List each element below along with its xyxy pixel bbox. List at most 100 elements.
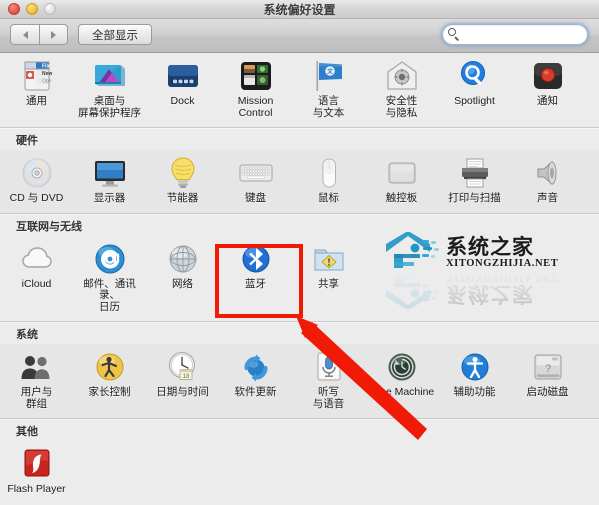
section-body: iCloud 邮件、通讯录、 日历 网络 蓝牙 共享 bbox=[0, 235, 599, 322]
print-scan-icon bbox=[457, 155, 493, 191]
general-icon: File New Ope bbox=[19, 58, 55, 94]
pref-pane-spotlight[interactable]: Spotlight bbox=[438, 55, 511, 121]
pref-pane-cd-dvd[interactable]: CD 与 DVD bbox=[0, 152, 73, 207]
section-header-other: 其他 bbox=[16, 426, 38, 438]
pref-pane-network[interactable]: 网络 bbox=[146, 238, 219, 316]
svg-text:文: 文 bbox=[325, 67, 333, 75]
notifications-icon bbox=[530, 58, 566, 94]
section-header-system: 系统 bbox=[16, 329, 38, 341]
pref-pane-label: 网络 bbox=[172, 277, 193, 290]
pref-pane-label: Dock bbox=[170, 95, 195, 107]
chevron-left-icon bbox=[22, 30, 28, 39]
section-header-internet: 互联网与无线 bbox=[16, 220, 82, 233]
search-icon bbox=[448, 28, 461, 41]
keyboard-icon bbox=[238, 155, 274, 191]
section-body: File New Ope 通用 桌面与 屏幕保护程序 Dock Mission Control 文… bbox=[0, 53, 599, 127]
system-preferences-window: 系统偏好设置 全部显示 File New Ope 通用 桌面与 屏幕保护程序 Dock Mis… bbox=[0, 0, 599, 505]
section-system: 系统用户与 群组 家长控制 18 日期与时间 软件更新 听写 与语音 Time Machine 辅… bbox=[0, 321, 599, 418]
pref-pane-label: 听写 与语音 bbox=[312, 386, 345, 410]
icloud-icon bbox=[19, 241, 55, 277]
pref-pane-flash-player[interactable]: Flash Player bbox=[0, 443, 73, 498]
pref-pane-sharing[interactable]: 共享 bbox=[292, 238, 365, 316]
flash-player-icon bbox=[19, 446, 55, 482]
pref-pane-icloud[interactable]: iCloud bbox=[0, 238, 73, 316]
pref-pane-dictation-speech[interactable]: 听写 与语音 bbox=[292, 346, 365, 412]
pref-pane-label: 日期与时间 bbox=[156, 386, 209, 398]
pref-pane-language-text[interactable]: 文语言 与文本 bbox=[292, 55, 365, 121]
pref-pane-label: 节能器 bbox=[166, 192, 199, 204]
pref-pane-label: 邮件、通讯录、 日历 bbox=[83, 277, 136, 313]
pref-pane-general[interactable]: File New Ope 通用 bbox=[0, 55, 73, 121]
pref-pane-mail-contacts-calendars[interactable]: 邮件、通讯录、 日历 bbox=[73, 238, 146, 316]
back-button[interactable] bbox=[10, 24, 39, 45]
section-body: Flash Player bbox=[0, 441, 599, 504]
pref-pane-label: Mission Control bbox=[237, 95, 274, 119]
pref-pane-label: iCloud bbox=[21, 277, 52, 290]
pref-pane-mouse[interactable]: 鼠标 bbox=[292, 152, 365, 207]
show-all-button[interactable]: 全部显示 bbox=[78, 24, 152, 45]
pref-pane-time-machine[interactable]: Time Machine bbox=[365, 346, 438, 412]
pref-pane-label: 打印与扫描 bbox=[448, 192, 501, 204]
pref-pane-date-time[interactable]: 18 日期与时间 bbox=[146, 346, 219, 412]
mail-contacts-calendars-icon bbox=[92, 241, 128, 277]
pref-pane-startup-disk[interactable]: ? 启动磁盘 bbox=[511, 346, 584, 412]
show-all-label: 全部显示 bbox=[92, 29, 138, 42]
pref-pane-label: 家长控制 bbox=[88, 386, 131, 398]
language-text-icon: 文 bbox=[311, 58, 347, 94]
svg-text:Ope: Ope bbox=[42, 79, 52, 85]
pref-pane-sound[interactable]: 声音 bbox=[511, 152, 584, 207]
pref-pane-label: CD 与 DVD bbox=[9, 192, 64, 204]
preference-grid: iCloud 邮件、通讯录、 日历 网络 蓝牙 共享 bbox=[0, 236, 599, 322]
section-header-hardware: 硬件 bbox=[16, 135, 38, 147]
search-field[interactable] bbox=[442, 24, 599, 45]
section-body: 用户与 群组 家长控制 18 日期与时间 软件更新 听写 与语音 Time Machine 辅助功… bbox=[0, 344, 599, 418]
pref-pane-software-update[interactable]: 软件更新 bbox=[219, 346, 292, 412]
section-body: CD 与 DVD 显示器 节能器 键盘 鼠标 触控板 打印与扫描 声音 bbox=[0, 150, 599, 213]
pref-pane-accessibility[interactable]: 辅助功能 bbox=[438, 346, 511, 412]
accessibility-icon bbox=[457, 349, 493, 385]
preferences-content: File New Ope 通用 桌面与 屏幕保护程序 Dock Mission Control 文… bbox=[0, 53, 599, 505]
pref-pane-desktop-screensaver[interactable]: 桌面与 屏幕保护程序 bbox=[73, 55, 146, 121]
pref-pane-trackpad[interactable]: 触控板 bbox=[365, 152, 438, 207]
pref-pane-label: 鼠标 bbox=[318, 192, 339, 204]
pref-pane-dock[interactable]: Dock bbox=[146, 55, 219, 121]
cd-dvd-icon bbox=[19, 155, 55, 191]
pref-pane-print-scan[interactable]: 打印与扫描 bbox=[438, 152, 511, 207]
pref-pane-label: 安全性 与隐私 bbox=[385, 95, 418, 119]
time-machine-icon bbox=[384, 349, 420, 385]
pref-pane-displays[interactable]: 显示器 bbox=[73, 152, 146, 207]
forward-button[interactable] bbox=[39, 24, 68, 45]
pref-pane-label: 键盘 bbox=[245, 192, 266, 204]
pref-pane-label: Flash Player bbox=[7, 483, 66, 495]
pref-pane-label: 蓝牙 bbox=[245, 277, 266, 290]
preference-grid: CD 与 DVD 显示器 节能器 键盘 鼠标 触控板 打印与扫描 声音 bbox=[0, 150, 599, 213]
software-update-icon bbox=[238, 349, 274, 385]
pref-pane-notifications[interactable]: 通知 bbox=[511, 55, 584, 121]
titlebar: 系统偏好设置 bbox=[0, 0, 599, 19]
pref-pane-users-groups[interactable]: 用户与 群组 bbox=[0, 346, 73, 412]
mouse-icon bbox=[311, 155, 347, 191]
pref-pane-label: Time Machine bbox=[368, 386, 435, 398]
section-hardware: 硬件 CD 与 DVD 显示器 节能器 键盘 鼠标 触控板 打印与扫描 声音 bbox=[0, 127, 599, 213]
pref-pane-bluetooth[interactable]: 蓝牙 bbox=[219, 238, 292, 316]
sections-root: File New Ope 通用 桌面与 屏幕保护程序 Dock Mission Control 文… bbox=[0, 53, 599, 504]
pref-pane-label: 语言 与文本 bbox=[312, 95, 345, 119]
navigation-buttons bbox=[10, 24, 68, 45]
pref-pane-keyboard[interactable]: 键盘 bbox=[219, 152, 292, 207]
desktop-screensaver-icon bbox=[92, 58, 128, 94]
mission-control-icon bbox=[238, 58, 274, 94]
search-input[interactable] bbox=[463, 27, 599, 42]
security-privacy-icon bbox=[384, 58, 420, 94]
displays-icon bbox=[92, 155, 128, 191]
pref-pane-energy-saver[interactable]: 节能器 bbox=[146, 152, 219, 207]
users-groups-icon bbox=[19, 349, 55, 385]
pref-pane-parental-controls[interactable]: 家长控制 bbox=[73, 346, 146, 412]
network-icon bbox=[165, 241, 201, 277]
pref-pane-security-privacy[interactable]: 安全性 与隐私 bbox=[365, 55, 438, 121]
sharing-icon bbox=[311, 241, 347, 277]
pref-pane-mission-control[interactable]: Mission Control bbox=[219, 55, 292, 121]
sound-icon bbox=[530, 155, 566, 191]
svg-text:18: 18 bbox=[182, 374, 189, 380]
pref-pane-label: 声音 bbox=[537, 192, 558, 204]
dictation-speech-icon bbox=[311, 349, 347, 385]
